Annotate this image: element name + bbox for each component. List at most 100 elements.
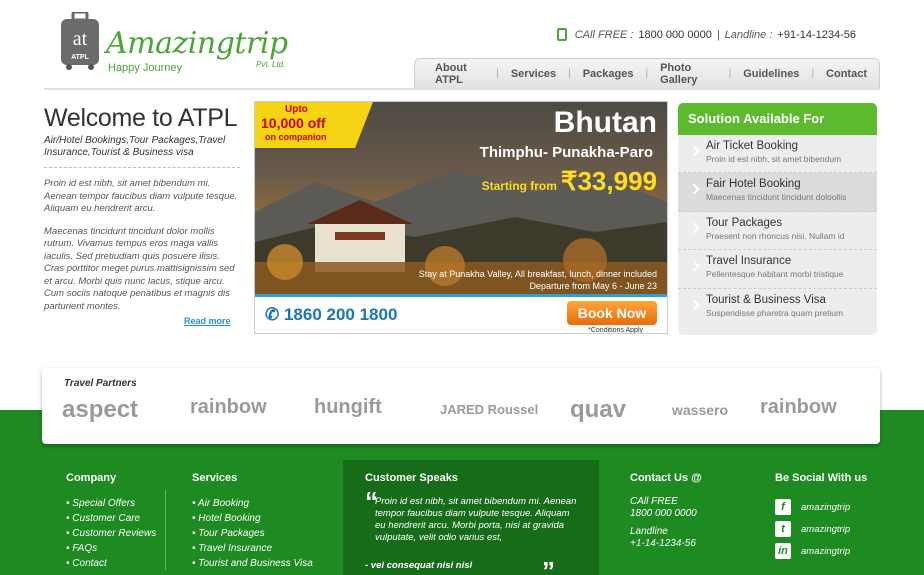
chevron-right-icon: [688, 298, 700, 311]
services-title: Services: [192, 472, 238, 484]
partners-title: Travel Partners: [64, 378, 137, 389]
logo-initials: at: [73, 28, 88, 50]
twitter-icon: t: [775, 521, 791, 537]
link-special-offers[interactable]: Special Offers: [66, 496, 156, 511]
promo-on: on companion: [265, 132, 327, 142]
nav-divider: [44, 88, 880, 90]
nav-guidelines[interactable]: Guidelines: [731, 68, 811, 80]
departure-text: Departure from May 6 - June 23: [529, 281, 657, 291]
chevron-right-icon: [688, 183, 700, 196]
solution-item-tour[interactable]: Tour Packages Praesent non rhoncus nisi.…: [678, 212, 877, 251]
promo-upto: Upto: [285, 104, 308, 115]
social-facebook[interactable]: f amazingtrip: [775, 496, 867, 518]
link-contact[interactable]: Contact: [66, 556, 156, 571]
customer-speaks: Customer Speaks “ Proin id est nibh, sit…: [343, 460, 599, 575]
nav-about[interactable]: About ATPL: [423, 62, 496, 86]
solution-item-hotel[interactable]: Fair Hotel Booking Maecenas tincidunt ti…: [678, 173, 877, 212]
footer-social: Be Social With us f amazingtrip t amazingt…: [775, 472, 867, 562]
partner-logo-wassero[interactable]: wassero: [672, 402, 728, 418]
nav-contact[interactable]: Contact: [814, 68, 879, 80]
price-block: Starting from ₹33,999: [482, 166, 657, 197]
contact-call-number: 1800 000 0000: [630, 508, 697, 519]
link-tour-packages[interactable]: Tour Packages: [192, 526, 313, 541]
facebook-icon: f: [775, 499, 791, 515]
quote-open-icon: “: [365, 486, 378, 516]
company-title: Company: [66, 472, 117, 484]
partner-logo-quav[interactable]: quav: [570, 396, 626, 424]
banner-phone: ✆ 1860 200 1800: [265, 305, 398, 324]
main-nav: About ATPL | Services | Packages | Photo Ga…: [414, 58, 880, 88]
book-now-button[interactable]: Book Now: [567, 301, 657, 325]
header-contact: CAll FREE : 1800 000 0000 | Landline : +…: [556, 28, 856, 41]
call-number: 1800 000 0000: [638, 28, 712, 41]
welcome-paragraph-1: Proin id est nibh, sit amet bibendum mi.…: [44, 178, 238, 214]
route-text: Thimphu- Punakha-Paro: [479, 144, 653, 161]
solution-item-insurance[interactable]: Travel Insurance Pellentesque habitant m…: [678, 250, 877, 289]
nav-packages[interactable]: Packages: [571, 68, 646, 80]
partner-logo-aspect[interactable]: aspect: [62, 396, 138, 424]
footer-company: Company Special Offers Customer Care Cus…: [66, 472, 156, 571]
read-more-link[interactable]: Read more: [184, 316, 231, 326]
brand-name: Amazingtrip: [106, 26, 288, 61]
price-value: ₹33,999: [560, 166, 657, 196]
linkedin-icon: in: [775, 543, 791, 559]
solutions-panel: Solution Available For Air Ticket Bookin…: [678, 103, 877, 335]
solution-item-visa[interactable]: Tourist & Business Visa Suspendisse phar…: [678, 289, 877, 327]
stay-info: Stay at Punakha Valley, All breakfast, l…: [419, 268, 657, 292]
partner-logo-hungift[interactable]: hungift: [314, 396, 382, 419]
page: at ATPL Amazingtrip Happy Journey Pvt. L…: [0, 0, 924, 575]
customer-speaks-title: Customer Speaks: [365, 472, 458, 484]
contact-call-label: CAll FREE: [630, 496, 678, 507]
logo-sub: ATPL: [71, 54, 89, 61]
promo-amount: 10,000 off: [261, 115, 326, 131]
promo-banner[interactable]: Upto 10,000 off on companion Bhutan Thim…: [254, 101, 668, 334]
landline-label: Landline :: [724, 28, 773, 41]
stay-text: Stay at Punakha Valley, All breakfast, l…: [418, 269, 657, 279]
contact-title: Contact Us @: [630, 472, 702, 484]
promo-badge: Upto 10,000 off on companion: [255, 102, 373, 148]
social-title: Be Social With us: [775, 472, 868, 484]
landline-number: +91-14-1234-56: [777, 28, 856, 41]
welcome-paragraph-2: Maecenas tincidunt tincidunt dolor molli…: [44, 225, 235, 312]
social-twitter[interactable]: t amazingtrip: [775, 518, 867, 540]
nav-photo-gallery[interactable]: Photo Gallery: [648, 62, 729, 86]
link-hotel-booking[interactable]: Hotel Booking: [192, 511, 313, 526]
solutions-title: Solution Available For: [678, 103, 877, 135]
testimonial-text: Proin id est nibh, sit amet bibendum mi.…: [375, 496, 577, 543]
welcome-section: Welcome to ATPL Air/Hotel Bookings,Tour …: [44, 104, 240, 326]
link-customer-reviews[interactable]: Customer Reviews: [66, 526, 156, 541]
travel-partners: Travel Partners aspect rainbow hungift J…: [42, 368, 880, 444]
footer-services: Services Air Booking Hotel Booking Tour …: [192, 472, 313, 571]
link-faqs[interactable]: FAQs: [66, 541, 156, 556]
partner-logo-rainbow-2[interactable]: rainbow: [760, 396, 837, 419]
link-visa[interactable]: Tourist and Business Visa: [192, 556, 313, 571]
partner-logo-jared-roussel[interactable]: JARED Roussel: [440, 402, 538, 417]
pvt-label: Pvt. Ltd.: [256, 60, 286, 69]
phone-icon: [556, 28, 567, 41]
banner-footer: ✆ 1860 200 1800 Book Now *Conditions App…: [255, 294, 667, 334]
welcome-title: Welcome to ATPL: [44, 104, 238, 132]
contact-landline-number: +1-14-1234-56: [630, 538, 696, 549]
welcome-subtitle: Air/Hotel Bookings,Tour Packages,Travel …: [44, 135, 240, 168]
solution-item-air-ticket[interactable]: Air Ticket Booking Proin id est nibh, si…: [678, 135, 877, 174]
starting-label: Starting from: [481, 179, 557, 193]
quote-close-icon: ”: [542, 556, 555, 575]
nav-services[interactable]: Services: [499, 68, 568, 80]
contact-landline-label: Landline: [630, 526, 668, 537]
luggage-icon: at ATPL: [61, 12, 99, 70]
footer-contact: Contact Us @ CAll FREE 1800 000 0000 Lan…: [630, 472, 702, 550]
chevron-right-icon: [688, 260, 700, 272]
link-air-booking[interactable]: Air Booking: [192, 496, 313, 511]
chevron-right-icon: [688, 145, 700, 157]
social-linkedin[interactable]: in amazingtrip: [775, 540, 867, 562]
tagline: Happy Journey: [108, 62, 182, 74]
site-logo[interactable]: at ATPL Amazingtrip Happy Journey Pvt. L…: [60, 8, 300, 80]
destination-title: Bhutan: [553, 106, 657, 139]
conditions-text: *Conditions Apply: [588, 327, 643, 334]
link-customer-care[interactable]: Customer Care: [66, 511, 156, 526]
testimonial-author: - vel consequat nisi nisl: [365, 560, 473, 571]
chevron-right-icon: [688, 222, 700, 234]
footer-divider: [165, 490, 166, 570]
partner-logo-rainbow[interactable]: rainbow: [190, 396, 267, 419]
link-travel-insurance[interactable]: Travel Insurance: [192, 541, 313, 556]
